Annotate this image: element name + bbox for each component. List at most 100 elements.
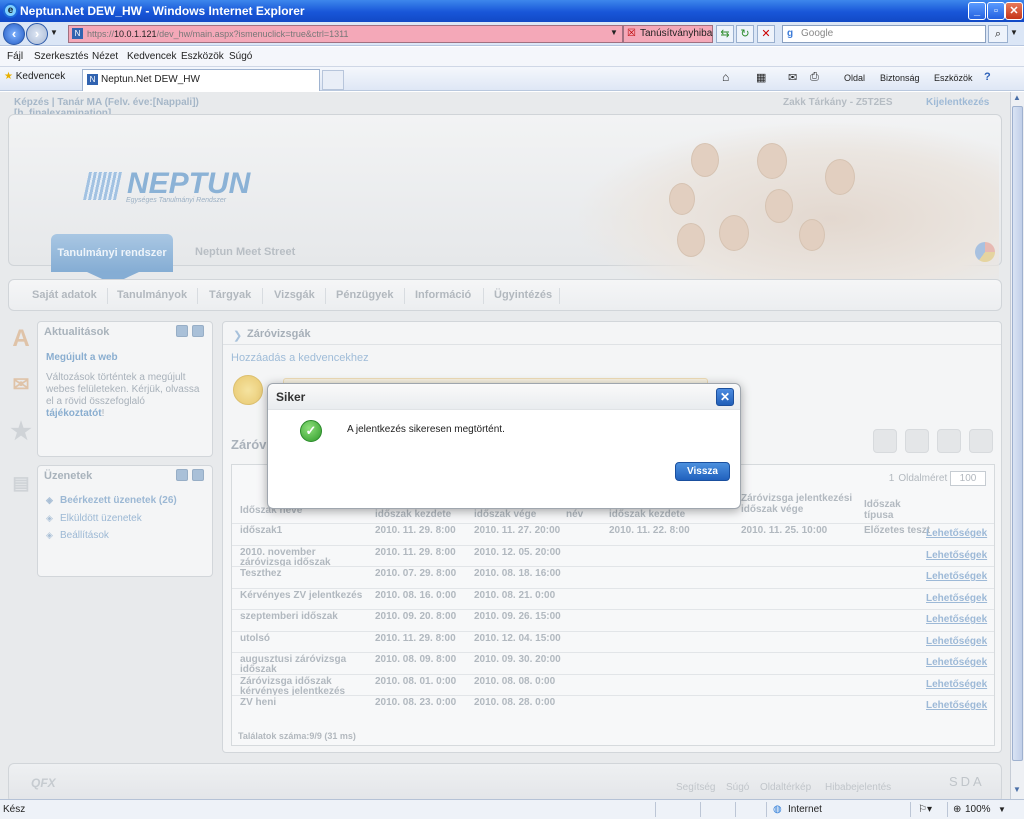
dialog-close-icon[interactable]: ✕ — [716, 388, 734, 406]
tab-meet-street[interactable]: Neptun Meet Street — [195, 246, 295, 258]
close-window-button[interactable]: ✕ — [1005, 2, 1023, 20]
col-header-end[interactable]: időszak vége — [474, 509, 536, 520]
table-row[interactable]: időszak1 2010. 11. 29. 8:00 2010. 11. 27. … — [232, 523, 994, 544]
footer-bug-report-link[interactable]: Hibabejelentés — [825, 782, 891, 793]
page-number[interactable]: 1 — [889, 473, 895, 484]
nav-information[interactable]: Információ — [415, 289, 471, 301]
news-side-icon[interactable]: A — [8, 326, 34, 352]
col-header-apply-end[interactable]: Záróvizsga jelentkezési időszak vége — [741, 493, 861, 515]
row-options-link[interactable]: Lehetőségek — [926, 593, 987, 604]
nav-finances[interactable]: Pénzügyek — [336, 289, 393, 301]
table-row[interactable]: Kérvényes ZV jelentkezés 2010. 08. 16. 0:… — [232, 587, 994, 609]
home-icon[interactable]: ⌂ — [722, 70, 729, 84]
table-row[interactable]: ZV heni 2010. 08. 23. 0:00 2010. 08. 28. 0… — [232, 695, 994, 716]
nav-administration[interactable]: Ügyintézés — [494, 289, 552, 301]
footer-help-link[interactable]: Segítség — [676, 782, 715, 793]
export-icon[interactable] — [873, 429, 897, 453]
zoom-level[interactable]: 100% — [965, 804, 991, 815]
page-size-select[interactable]: 100 — [950, 471, 986, 486]
messages-maximize-icon[interactable] — [176, 469, 188, 481]
favorites-button[interactable]: ★ Kedvencek — [4, 71, 65, 82]
search-icon[interactable]: ⌕ — [988, 25, 1008, 43]
table-row[interactable]: utolsó 2010. 11. 29. 8:00 2010. 12. 04. 15… — [232, 630, 994, 652]
inbox-link[interactable]: Beérkezett üzenetek (26) — [46, 495, 177, 506]
compatibility-icon[interactable]: ⇆ — [716, 25, 734, 43]
menu-edit[interactable]: Szerkesztés — [34, 51, 88, 62]
maximize-button[interactable]: ▫ — [987, 2, 1005, 20]
scrollbar-thumb[interactable] — [1012, 106, 1023, 761]
help-icon[interactable]: ? — [984, 71, 991, 83]
theme-selector-icon[interactable] — [975, 242, 995, 262]
row-options-link[interactable]: Lehetőségek — [926, 550, 987, 561]
pin-icon[interactable] — [937, 429, 961, 453]
search-options-icon[interactable]: ▼ — [1010, 28, 1018, 37]
row-options-link[interactable]: Lehetőségek — [926, 679, 987, 690]
mail-icon[interactable]: ✉ — [788, 71, 797, 84]
menu-tools[interactable]: Eszközök — [181, 51, 224, 62]
certificate-error-button[interactable]: Tanúsítványhiba — [623, 25, 713, 43]
forward-button[interactable]: › — [26, 23, 48, 45]
col-header-type[interactable]: Időszak típusa — [864, 499, 924, 521]
sent-link[interactable]: Elküldött üzenetek — [46, 513, 142, 524]
address-input[interactable]: N https://10.0.1.121/dev_hw/main.aspx?is… — [68, 25, 623, 43]
back-button[interactable]: ‹ — [3, 23, 25, 45]
page-menu[interactable]: Oldal — [844, 73, 865, 83]
message-settings-link[interactable]: Beállítások — [46, 530, 109, 541]
row-options-link[interactable]: Lehetőségek — [926, 615, 987, 625]
stop-icon[interactable]: ✕ — [757, 25, 775, 43]
nav-studies[interactable]: Tanulmányok — [117, 289, 187, 301]
protected-mode-icon[interactable]: ⚐▾ — [918, 804, 932, 815]
tab-study-system[interactable]: Tanulmányi rendszer — [51, 234, 173, 272]
calendar-side-icon[interactable]: ▤ — [8, 470, 34, 496]
menu-help[interactable]: Súgó — [229, 51, 252, 62]
table-row[interactable]: Záróvizsga időszak kérvényes jelentkezés… — [232, 673, 994, 696]
print-icon[interactable]: ⎙ — [810, 71, 819, 84]
scroll-down-icon[interactable]: ▼ — [1013, 785, 1021, 794]
feeds-icon[interactable]: ▦ — [756, 71, 766, 84]
menu-file[interactable]: Fájl — [7, 51, 23, 62]
menu-view[interactable]: Nézet — [92, 51, 118, 62]
row-options-link[interactable]: Lehetőségek — [926, 701, 987, 711]
tools-menu[interactable]: Eszközök — [934, 73, 973, 83]
add-to-favorites-link[interactable]: Hozzáadás a kedvencekhez — [231, 352, 369, 364]
magnifier-icon[interactable] — [969, 429, 993, 453]
row-options-link[interactable]: Lehetőségek — [926, 658, 987, 668]
col-header-nev[interactable]: név — [566, 509, 583, 520]
menu-favorites[interactable]: Kedvencek — [127, 51, 176, 62]
row-options-link[interactable]: Lehetőségek — [926, 636, 987, 647]
scroll-up-icon[interactable]: ▲ — [1013, 93, 1021, 102]
nav-subjects[interactable]: Tárgyak — [209, 289, 251, 301]
safety-menu[interactable]: Biztonság — [880, 73, 920, 83]
back-button-dialog[interactable]: Vissza — [675, 462, 730, 481]
footer-sitemap-link[interactable]: Oldaltérkép — [760, 782, 811, 793]
print-page-icon[interactable] — [905, 429, 929, 453]
minimize-button[interactable]: _ — [968, 2, 986, 20]
messages-side-icon[interactable]: ✉ — [8, 372, 34, 398]
messages-close-icon[interactable] — [192, 469, 204, 481]
new-tab-button[interactable] — [322, 70, 344, 90]
search-input[interactable]: Google — [782, 25, 986, 43]
news-headline[interactable]: Megújult a web — [46, 352, 118, 363]
history-dropdown-icon[interactable]: ▼ — [50, 28, 58, 37]
news-link[interactable]: tájékoztatót — [46, 408, 102, 419]
logout-link[interactable]: Kijelentkezés — [926, 97, 989, 108]
table-row[interactable]: Teszthez 2010. 07. 29. 8:00 2010. 08. 18. … — [232, 566, 994, 587]
news-maximize-icon[interactable] — [176, 325, 188, 337]
vertical-scrollbar[interactable]: ▲ ▼ — [1010, 92, 1024, 799]
browser-tab[interactable]: Neptun.Net DEW_HW — [82, 69, 320, 91]
col-header-apply-start[interactable]: időszak kezdete — [609, 509, 685, 520]
footer-manual-link[interactable]: Súgó — [726, 782, 749, 793]
table-row[interactable]: szeptemberi időszak 2010. 09. 20. 8:00 201… — [232, 609, 994, 630]
table-row[interactable]: augusztusi záróvizsga időszak 2010. 08. 0… — [232, 652, 994, 675]
nav-exams[interactable]: Vizsgák — [274, 289, 315, 301]
table-row[interactable]: 2010. november záróvizsga időszak 2010. 1… — [232, 544, 994, 567]
news-close-icon[interactable] — [192, 325, 204, 337]
address-dropdown-icon[interactable]: ▼ — [610, 28, 618, 37]
row-options-link[interactable]: Lehetőségek — [926, 529, 987, 539]
refresh-icon[interactable]: ↻ — [736, 25, 754, 43]
zoom-dropdown-icon[interactable]: ▼ — [998, 805, 1006, 814]
col-header-start[interactable]: időszak kezdete — [375, 509, 451, 520]
row-options-link[interactable]: Lehetőségek — [926, 572, 987, 582]
favorites-side-icon[interactable]: ★ — [8, 419, 34, 445]
nav-own-data[interactable]: Saját adatok — [32, 289, 97, 301]
